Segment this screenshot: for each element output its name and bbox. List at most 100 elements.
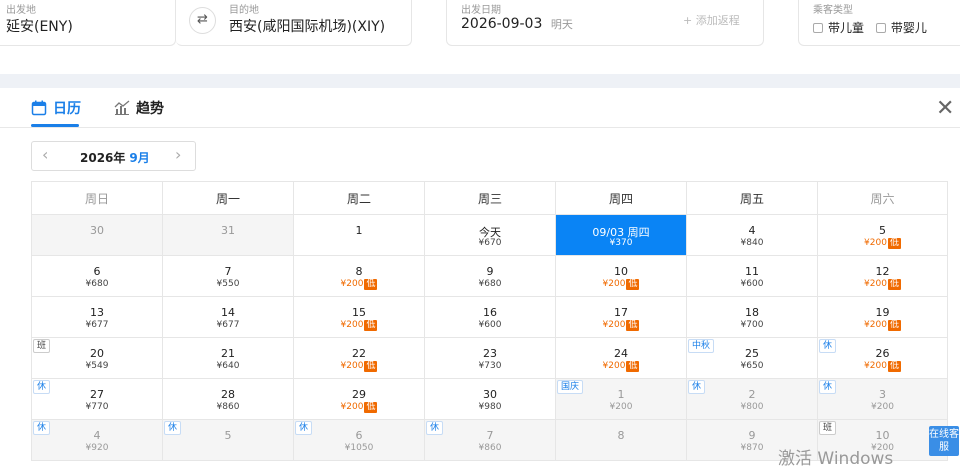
calendar-day[interactable]: 休 27 ¥770 bbox=[31, 379, 162, 420]
day-number: 15 bbox=[352, 306, 366, 319]
lowest-price-badge: 低 bbox=[626, 361, 640, 372]
day-number: 31 bbox=[221, 224, 235, 237]
day-price: ¥200 低 bbox=[864, 238, 901, 249]
day-number: 13 bbox=[90, 306, 104, 319]
calendar-day[interactable]: 班 20 ¥549 bbox=[31, 338, 162, 379]
tab-calendar[interactable]: 日历 bbox=[31, 98, 81, 118]
origin-field[interactable]: 出发地 延安(ENY) bbox=[0, 0, 176, 46]
close-icon[interactable]: ✕ bbox=[936, 96, 954, 121]
calendar-day[interactable]: 10 ¥200 低 bbox=[555, 256, 686, 297]
calendar-week-row: 13 ¥677 14 ¥677 15 ¥200 低 16 ¥600 17 ¥200 低 18 ¥700 19… bbox=[31, 297, 948, 338]
calendar-day[interactable]: 1 bbox=[293, 215, 424, 256]
calendar-day[interactable]: 国庆 1 ¥200 bbox=[555, 379, 686, 420]
day-price: ¥200 bbox=[609, 402, 633, 412]
lowest-price-badge: 低 bbox=[364, 402, 378, 413]
calendar-week-row: 休 27 ¥770 28 ¥860 29 ¥200 低 30 ¥980 国庆 1 ¥200 休 2 ¥800 休… bbox=[31, 379, 948, 420]
weekday-header-cell: 周日 bbox=[31, 181, 162, 215]
date-field[interactable]: 出发日期 2026-09-03 明天 + 添加返程 bbox=[446, 0, 764, 46]
day-price: ¥200 bbox=[871, 402, 894, 412]
next-month-icon[interactable]: › bbox=[175, 145, 181, 164]
calendar-day[interactable]: 16 ¥600 bbox=[424, 297, 555, 338]
calendar-day[interactable]: 13 ¥677 bbox=[31, 297, 162, 338]
day-price: ¥549 bbox=[85, 361, 109, 371]
calendar-day[interactable]: 21 ¥640 bbox=[162, 338, 293, 379]
day-number: 8 bbox=[355, 265, 363, 278]
day-number: 9 bbox=[748, 429, 756, 442]
calendar-icon bbox=[31, 100, 47, 116]
weekday-header: 周日 周一 周二 周三 周四 周五 周六 bbox=[31, 181, 948, 215]
calendar-day[interactable]: 休 3 ¥200 bbox=[817, 379, 948, 420]
view-tabs: 日历 趋势 bbox=[0, 88, 960, 128]
calendar-day[interactable]: 休 4 ¥920 bbox=[31, 420, 162, 461]
lowest-price-badge: 低 bbox=[364, 320, 378, 331]
day-price: ¥200 低 bbox=[602, 279, 640, 290]
calendar-day[interactable]: 30 bbox=[31, 215, 162, 256]
day-number: 9 bbox=[486, 265, 494, 278]
calendar-day[interactable]: 22 ¥200 低 bbox=[293, 338, 424, 379]
day-price: ¥600 bbox=[478, 320, 502, 330]
calendar-day[interactable]: 23 ¥730 bbox=[424, 338, 555, 379]
calendar-day[interactable]: 中秋 25 ¥650 bbox=[686, 338, 817, 379]
day-price: ¥200 低 bbox=[340, 361, 378, 372]
calendar-day[interactable]: 28 ¥860 bbox=[162, 379, 293, 420]
swap-icon[interactable]: ⇄ bbox=[189, 7, 216, 34]
day-price: ¥200 低 bbox=[864, 320, 901, 331]
date-label: 出发日期 bbox=[461, 5, 501, 16]
calendar-day[interactable]: 休 6 ¥1050 bbox=[293, 420, 424, 461]
day-number: 10 bbox=[614, 265, 628, 278]
day-price: ¥200 低 bbox=[340, 320, 378, 331]
calendar-day[interactable]: 18 ¥700 bbox=[686, 297, 817, 338]
calendar-day[interactable]: 12 ¥200 低 bbox=[817, 256, 948, 297]
passenger-type-field: 乘客类型 带儿童 带婴儿 bbox=[798, 0, 960, 46]
weekday-header-cell: 周五 bbox=[686, 181, 817, 215]
day-price: ¥640 bbox=[216, 361, 240, 371]
calendar-day-selected[interactable]: 09/03 周四 ¥370 bbox=[555, 215, 686, 256]
day-number: 27 bbox=[90, 388, 104, 401]
day-number: 29 bbox=[352, 388, 366, 401]
search-bar: 出发地 延安(ENY) 目的地 西安(咸阳国际机场)(XIY) ⇄ 出发日期 2… bbox=[0, 0, 960, 74]
calendar-day[interactable]: 今天 ¥670 bbox=[424, 215, 555, 256]
month-selector: ‹ 2026年 9月 › bbox=[31, 141, 196, 171]
calendar-week-row: 6 ¥680 7 ¥550 8 ¥200 低 9 ¥680 10 ¥200 低 11 ¥600 12 ¥200… bbox=[31, 256, 948, 297]
day-number: 2 bbox=[748, 388, 756, 401]
calendar-day[interactable]: 9 ¥680 bbox=[424, 256, 555, 297]
calendar-day[interactable]: 休 7 ¥860 bbox=[424, 420, 555, 461]
calendar-day[interactable]: 6 ¥680 bbox=[31, 256, 162, 297]
calendar-day[interactable]: 8 bbox=[555, 420, 686, 461]
calendar-day[interactable]: 休 2 ¥800 bbox=[686, 379, 817, 420]
calendar-day[interactable]: 17 ¥200 低 bbox=[555, 297, 686, 338]
day-price: ¥200 低 bbox=[602, 361, 640, 372]
trend-chart-icon bbox=[114, 100, 130, 115]
calendar-day[interactable]: 14 ¥677 bbox=[162, 297, 293, 338]
weekday-header-cell: 周二 bbox=[293, 181, 424, 215]
day-price: ¥800 bbox=[740, 402, 764, 412]
calendar-day[interactable]: 29 ¥200 低 bbox=[293, 379, 424, 420]
day-number: 11 bbox=[745, 265, 759, 278]
infant-checkbox[interactable]: 带婴儿 bbox=[875, 21, 927, 35]
child-checkbox[interactable]: 带儿童 bbox=[813, 21, 864, 35]
day-price: ¥600 bbox=[740, 279, 764, 289]
calendar-day[interactable]: 休 26 ¥200 低 bbox=[817, 338, 948, 379]
calendar-day[interactable]: 19 ¥200 低 bbox=[817, 297, 948, 338]
day-number: 17 bbox=[614, 306, 628, 319]
calendar-day[interactable]: 31 bbox=[162, 215, 293, 256]
day-number: 5 bbox=[224, 429, 232, 442]
calendar-day[interactable]: 7 ¥550 bbox=[162, 256, 293, 297]
calendar-day[interactable]: 11 ¥600 bbox=[686, 256, 817, 297]
prev-month-icon[interactable]: ‹ bbox=[42, 145, 48, 164]
calendar-day[interactable]: 5 ¥200 低 bbox=[817, 215, 948, 256]
lowest-price-badge: 低 bbox=[887, 320, 901, 331]
calendar-day[interactable]: 15 ¥200 低 bbox=[293, 297, 424, 338]
day-number: 4 bbox=[748, 224, 756, 237]
calendar-day[interactable]: 8 ¥200 低 bbox=[293, 256, 424, 297]
tab-trend[interactable]: 趋势 bbox=[114, 98, 164, 118]
destination-label: 目的地 bbox=[229, 5, 259, 16]
month-title: 2026年 9月 bbox=[80, 151, 150, 165]
calendar-day[interactable]: 4 ¥840 bbox=[686, 215, 817, 256]
online-service-button[interactable]: 在线客服 bbox=[929, 426, 959, 456]
calendar-day[interactable]: 休5 bbox=[162, 420, 293, 461]
calendar-day[interactable]: 24 ¥200 低 bbox=[555, 338, 686, 379]
calendar-day[interactable]: 30 ¥980 bbox=[424, 379, 555, 420]
add-return-button[interactable]: + 添加返程 bbox=[683, 12, 740, 28]
section-divider bbox=[0, 74, 960, 88]
